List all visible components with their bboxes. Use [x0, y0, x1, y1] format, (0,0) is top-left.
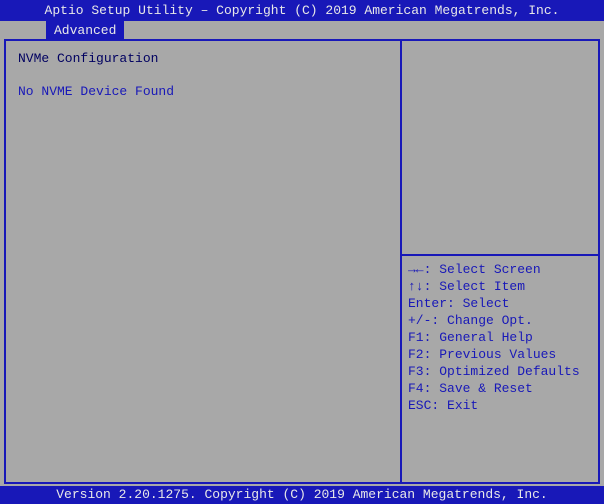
- title-text: Aptio Setup Utility – Copyright (C) 2019…: [45, 3, 560, 18]
- help-text: Save & Reset: [439, 381, 533, 396]
- tab-advanced-label: Advanced: [54, 23, 116, 38]
- help-divider: [402, 254, 598, 256]
- help-text: Previous Values: [439, 347, 556, 362]
- f4-key: F4: [408, 380, 424, 397]
- help-text: Select Item: [439, 279, 525, 294]
- help-f2: F2: Previous Values: [408, 346, 594, 363]
- help-f1: F1: General Help: [408, 329, 594, 346]
- help-block: →←: Select Screen ↑↓: Select Item Enter:…: [408, 261, 594, 414]
- arrows-lr-icon: →←: [408, 261, 424, 278]
- arrows-ud-icon: ↑↓: [408, 278, 424, 295]
- help-text: General Help: [439, 330, 533, 345]
- f1-key: F1: [408, 329, 424, 346]
- help-text: Select: [463, 296, 510, 311]
- plus-minus-key: +/-: [408, 312, 431, 329]
- title-bar: Aptio Setup Utility – Copyright (C) 2019…: [0, 0, 604, 21]
- right-pane: →←: Select Screen ↑↓: Select Item Enter:…: [402, 41, 598, 482]
- tab-row: Advanced: [0, 21, 604, 39]
- help-text: Change Opt.: [447, 313, 533, 328]
- help-text: Exit: [447, 398, 478, 413]
- enter-key: Enter: [408, 295, 447, 312]
- help-select: Enter: Select: [408, 295, 594, 312]
- esc-key: ESC: [408, 397, 431, 414]
- footer-text: Version 2.20.1275. Copyright (C) 2019 Am…: [56, 487, 547, 502]
- help-esc: ESC: Exit: [408, 397, 594, 414]
- help-f4: F4: Save & Reset: [408, 380, 594, 397]
- nvme-status: No NVME Device Found: [18, 84, 388, 99]
- help-text: Select Screen: [439, 262, 540, 277]
- tab-advanced[interactable]: Advanced: [46, 21, 124, 39]
- help-change-opt: +/-: Change Opt.: [408, 312, 594, 329]
- help-select-item: ↑↓: Select Item: [408, 278, 594, 295]
- left-pane: NVMe Configuration No NVME Device Found: [6, 41, 402, 482]
- help-text: Optimized Defaults: [439, 364, 579, 379]
- content-frame: NVMe Configuration No NVME Device Found …: [4, 39, 600, 484]
- help-select-screen: →←: Select Screen: [408, 261, 594, 278]
- help-f3: F3: Optimized Defaults: [408, 363, 594, 380]
- section-title: NVMe Configuration: [18, 51, 388, 66]
- f3-key: F3: [408, 363, 424, 380]
- f2-key: F2: [408, 346, 424, 363]
- footer-bar: Version 2.20.1275. Copyright (C) 2019 Am…: [0, 486, 604, 504]
